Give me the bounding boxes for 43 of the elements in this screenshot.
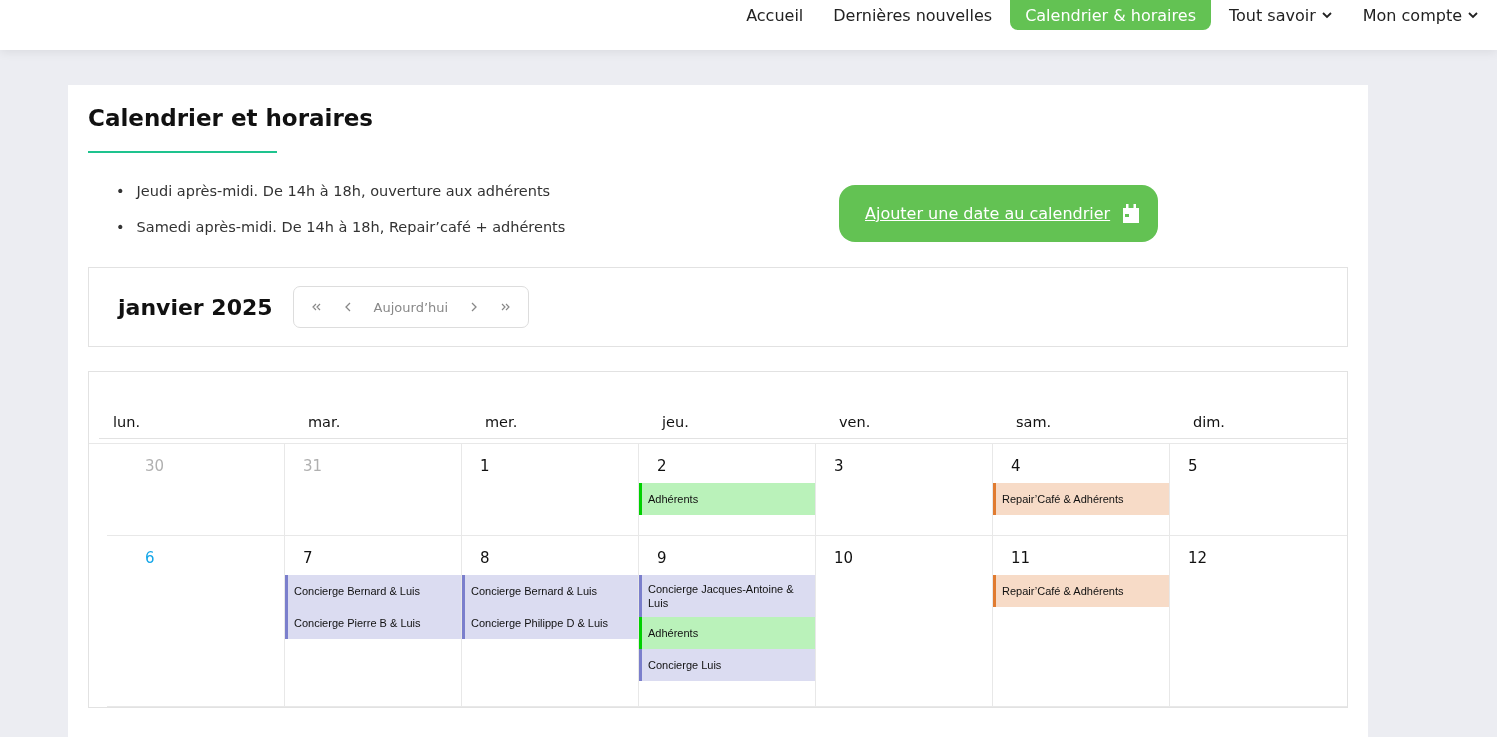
weekday-label: jeu. xyxy=(662,414,689,430)
day-number: 9 xyxy=(657,548,667,569)
opening-hours-item: Jeudi après-midi. De 14h à 18h, ouverture aux adhérents xyxy=(136,182,551,201)
weekday-label: ven. xyxy=(839,414,871,430)
weekday-label: mar. xyxy=(308,414,341,430)
day-number: 1 xyxy=(480,456,490,477)
day-number: 3 xyxy=(834,456,844,477)
calendar-event[interactable]: Concierge Bernard & Luis xyxy=(462,575,638,607)
day-number: 4 xyxy=(1011,456,1021,477)
day-number: 31 xyxy=(303,456,323,477)
day-number: 2 xyxy=(657,456,667,477)
day-number: 11 xyxy=(1011,548,1031,569)
calendar-event[interactable]: Concierge Bernard & Luis xyxy=(285,575,461,607)
weekday-label: dim. xyxy=(1193,414,1225,430)
calendar-event[interactable]: Concierge Pierre B & Luis xyxy=(285,607,461,639)
calendar-event[interactable]: Concierge Jacques-Antoine & Luis xyxy=(639,575,815,617)
day-number: 5 xyxy=(1188,456,1198,477)
calendar-event[interactable]: Adhérents xyxy=(639,483,815,515)
day-number: 12 xyxy=(1188,548,1208,569)
day-number: 10 xyxy=(834,548,854,569)
nav-link[interactable]: Dernières nouvelles xyxy=(821,0,1005,30)
calendar-event[interactable]: Repair’Café & Adhérents xyxy=(993,483,1169,515)
bullet: • xyxy=(116,218,125,237)
nav-link[interactable]: Accueil xyxy=(734,0,816,30)
opening-hours-item: Samedi après-midi. De 14h à 18h, Repair’café + adhérents xyxy=(136,218,566,237)
today-button[interactable]: Aujourd’hui xyxy=(363,292,459,322)
day-number: 7 xyxy=(303,548,313,569)
calendar-event[interactable]: Adhérents xyxy=(639,617,815,649)
calendar-event[interactable]: Concierge Luis xyxy=(639,649,815,681)
nav-link[interactable]: Mon compte xyxy=(1350,0,1491,30)
page-title: Calendrier et horaires xyxy=(88,105,375,131)
day-number: 30 xyxy=(145,456,165,477)
nav-link[interactable]: Tout savoir xyxy=(1216,0,1345,30)
day-number: 6 xyxy=(145,548,155,569)
day-number: 8 xyxy=(480,548,490,569)
month-title: janvier 2025 xyxy=(118,294,273,320)
calendar-event[interactable]: Repair’Café & Adhérents xyxy=(993,575,1169,607)
bullet: • xyxy=(116,182,125,201)
calendar-icon xyxy=(1122,203,1141,224)
weekday-label: sam. xyxy=(1016,414,1052,430)
calendar-event[interactable]: Concierge Philippe D & Luis xyxy=(462,607,638,639)
weekday-label: mer. xyxy=(485,414,518,430)
weekday-label: lun. xyxy=(113,414,141,430)
